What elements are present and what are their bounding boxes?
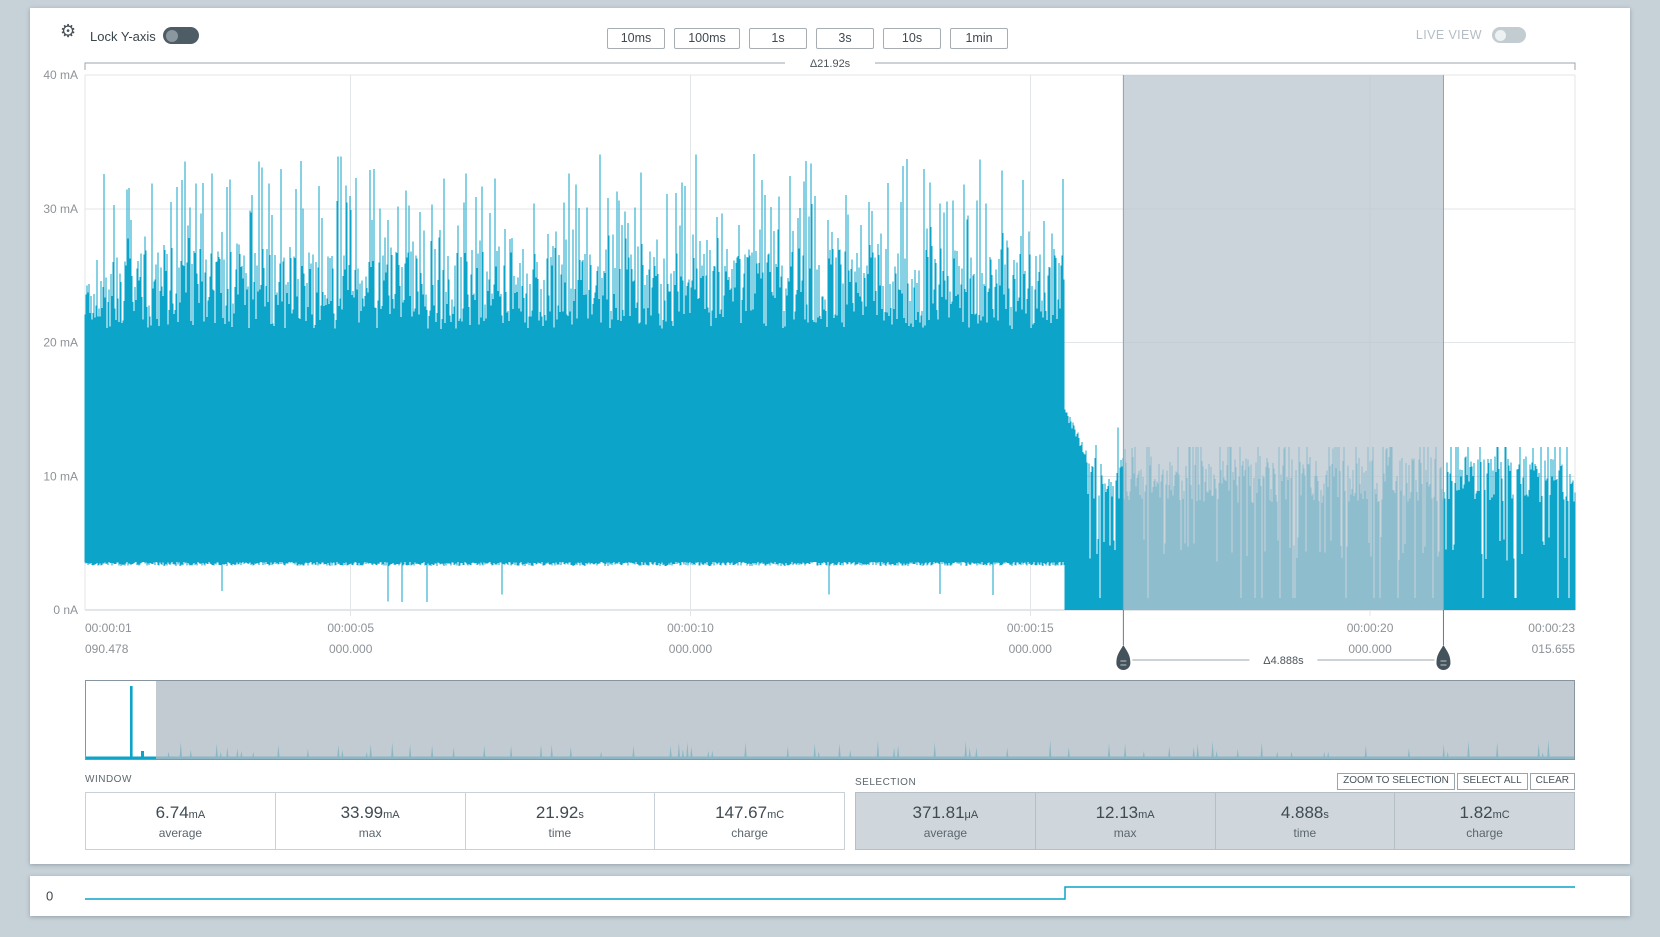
selection-stat-time: 4.888stime bbox=[1215, 792, 1396, 850]
svg-text:00:00:23: 00:00:23 bbox=[1528, 621, 1575, 635]
svg-text:00:00:20: 00:00:20 bbox=[1347, 621, 1394, 635]
select-all-button[interactable]: SELECT ALL bbox=[1457, 773, 1528, 790]
selection-stat-average: 371.81μA average bbox=[855, 792, 1036, 850]
digital-channel-trace bbox=[85, 876, 1575, 916]
digital-channel-label: 0 bbox=[46, 889, 53, 904]
stat-value: 6.74 bbox=[156, 803, 189, 822]
window-delta-ruler: Δ21.92s bbox=[85, 58, 1575, 70]
svg-text:000.000: 000.000 bbox=[1009, 642, 1053, 656]
stat-label: time bbox=[1294, 826, 1317, 840]
svg-text:20 mA: 20 mA bbox=[43, 336, 78, 350]
window-stat-average: 6.74mA average bbox=[85, 792, 276, 850]
time-range-buttons: 10ms 100ms 1s 3s 10s 1min bbox=[607, 28, 1008, 49]
selection-handle-right[interactable] bbox=[1436, 610, 1450, 670]
svg-text:Δ21.92s: Δ21.92s bbox=[810, 58, 851, 70]
stat-value: 371.81 bbox=[913, 803, 965, 822]
stat-unit: μA bbox=[965, 809, 979, 821]
stat-label: charge bbox=[1466, 826, 1503, 840]
range-button-10ms[interactable]: 10ms bbox=[607, 28, 665, 49]
selection-region[interactable] bbox=[1123, 75, 1443, 610]
window-stats-title: WINDOW bbox=[85, 774, 132, 785]
stat-unit: mA bbox=[383, 809, 400, 821]
minimap[interactable] bbox=[85, 680, 1575, 760]
window-stat-time: 21.92stime bbox=[465, 792, 656, 850]
selection-stats-title: SELECTION bbox=[855, 777, 916, 788]
minimap-startup-spike bbox=[130, 686, 133, 759]
stat-value: 4.888 bbox=[1281, 803, 1324, 822]
svg-text:30 mA: 30 mA bbox=[43, 202, 78, 216]
stat-label: max bbox=[1114, 826, 1137, 840]
selection-stats-header: SELECTION ZOOM TO SELECTIONSELECT ALLCLE… bbox=[855, 770, 1575, 788]
minimap-chart bbox=[86, 681, 1574, 759]
clear-button[interactable]: CLEAR bbox=[1530, 773, 1575, 790]
window-stat-max: 33.99mAmax bbox=[275, 792, 466, 850]
range-button-3s[interactable]: 3s bbox=[816, 28, 874, 49]
stat-unit: s bbox=[578, 809, 584, 821]
digital-signal-line bbox=[85, 887, 1575, 899]
selection-action-buttons: ZOOM TO SELECTIONSELECT ALLCLEAR bbox=[1337, 773, 1575, 790]
stat-value: 1.82 bbox=[1460, 803, 1493, 822]
stat-unit: mC bbox=[1493, 809, 1510, 821]
chart-panel: ⚙ Lock Y-axis 10ms 100ms 1s 3s 10s 1min LIVE … bbox=[30, 8, 1630, 864]
svg-text:000.000: 000.000 bbox=[1348, 642, 1392, 656]
range-button-10s[interactable]: 10s bbox=[883, 28, 941, 49]
stat-label: charge bbox=[731, 826, 768, 840]
window-stat-charge: 147.67mC charge bbox=[654, 792, 845, 850]
stat-label: average bbox=[159, 826, 202, 840]
range-button-100ms[interactable]: 100ms bbox=[674, 28, 740, 49]
lock-y-axis-label: Lock Y-axis bbox=[90, 29, 156, 44]
stat-value: 21.92 bbox=[536, 803, 579, 822]
svg-text:00:00:01: 00:00:01 bbox=[85, 621, 132, 635]
power-profiler-app: { "colors": { "accent_cyan": "#0da4c9", … bbox=[0, 0, 1660, 937]
range-button-1s[interactable]: 1s bbox=[749, 28, 807, 49]
selection-handle-left[interactable] bbox=[1116, 610, 1130, 670]
stat-unit: mA bbox=[189, 809, 206, 821]
stat-value: 12.13 bbox=[1096, 803, 1139, 822]
stat-unit: mA bbox=[1138, 809, 1155, 821]
selection-stats: 371.81μAaverage12.13mAmax4.888stime1.82m… bbox=[855, 792, 1575, 850]
live-view-toggle[interactable] bbox=[1492, 27, 1526, 43]
stat-unit: mC bbox=[767, 809, 784, 821]
svg-text:00:00:10: 00:00:10 bbox=[667, 621, 714, 635]
svg-text:090.478: 090.478 bbox=[85, 642, 129, 656]
svg-text:0 nA: 0 nA bbox=[53, 603, 78, 617]
zoom-to-selection-button[interactable]: ZOOM TO SELECTION bbox=[1337, 773, 1455, 790]
svg-text:00:00:15: 00:00:15 bbox=[1007, 621, 1054, 635]
stat-label: max bbox=[359, 826, 382, 840]
selection-delta-ruler: Δ4.888s bbox=[1132, 655, 1434, 667]
stat-value: 147.67 bbox=[715, 803, 767, 822]
selection-stat-max: 12.13mAmax bbox=[1035, 792, 1216, 850]
toggle-knob bbox=[166, 30, 178, 42]
digital-channels-panel: 0 bbox=[30, 876, 1630, 916]
minimap-window-region[interactable] bbox=[156, 681, 1574, 759]
stat-label: time bbox=[549, 826, 572, 840]
live-view-control: LIVE VIEW bbox=[1416, 27, 1526, 43]
svg-text:000.000: 000.000 bbox=[669, 642, 713, 656]
svg-text:Δ4.888s: Δ4.888s bbox=[1263, 655, 1304, 667]
svg-text:10 mA: 10 mA bbox=[43, 469, 78, 483]
settings-gear-icon[interactable]: ⚙ bbox=[60, 22, 76, 40]
window-stats: 6.74mAaverage33.99mAmax21.92stime147.67m… bbox=[85, 792, 845, 850]
range-button-1min[interactable]: 1min bbox=[950, 28, 1008, 49]
svg-text:015.655: 015.655 bbox=[1532, 642, 1576, 656]
lock-y-axis-toggle[interactable] bbox=[163, 27, 199, 44]
current-chart[interactable]: Δ21.92s 40 mA 30 mA 20 mA 10 mA 0 nA 00:00:01 0… bbox=[30, 8, 1630, 680]
toggle-knob bbox=[1495, 30, 1506, 41]
stat-unit: s bbox=[1323, 809, 1329, 821]
live-view-label: LIVE VIEW bbox=[1416, 28, 1482, 42]
svg-text:40 mA: 40 mA bbox=[43, 68, 78, 82]
selection-stat-charge: 1.82mC charge bbox=[1394, 792, 1575, 850]
stat-value: 33.99 bbox=[341, 803, 384, 822]
svg-text:00:00:05: 00:00:05 bbox=[327, 621, 374, 635]
stat-label: average bbox=[924, 826, 967, 840]
svg-text:000.000: 000.000 bbox=[329, 642, 373, 656]
